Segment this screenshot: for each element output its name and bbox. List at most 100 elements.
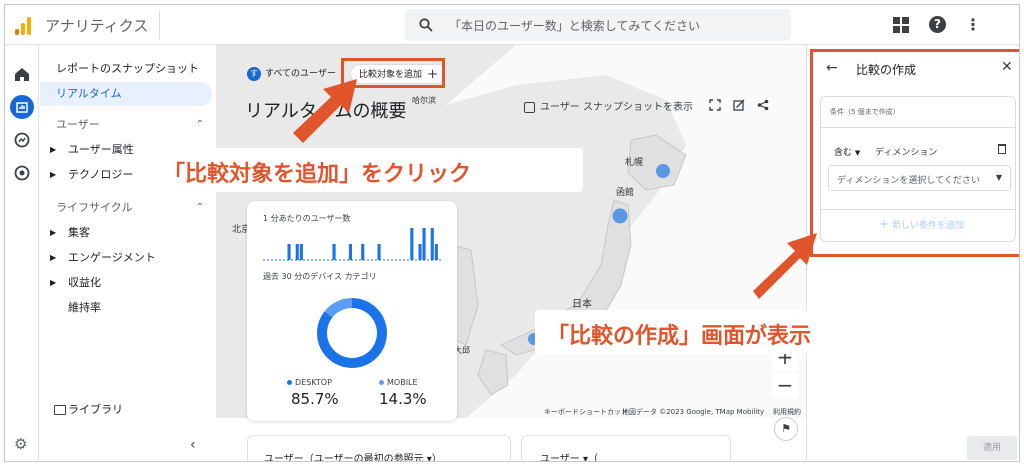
settings-gear-icon[interactable]: ⚙: [14, 435, 27, 453]
collapse-nav-icon[interactable]: ‹: [190, 437, 196, 453]
bar: [410, 228, 414, 260]
top-header: アナリティクス 「本日のユーザー数」と検索してみてください ? ⋮: [5, 5, 1019, 45]
chevron-up-icon: ⌃: [195, 202, 204, 213]
mobile-value: 14.3%: [379, 390, 427, 408]
folder-icon: [54, 405, 66, 415]
nav-realtime[interactable]: リアルタイム: [40, 82, 212, 106]
help-icon[interactable]: ?: [929, 16, 946, 33]
nav-engagement[interactable]: ▶ エンゲージメント: [40, 246, 216, 270]
nav-acquisition[interactable]: ▶ 集客: [40, 221, 216, 245]
add-comparison-highlight: [341, 58, 445, 88]
advertising-icon[interactable]: [10, 161, 34, 185]
bar: [377, 244, 381, 260]
nav-section-lifecycle[interactable]: ライフサイクル ⌃: [40, 196, 216, 220]
callout-click-text: 「比較対象を追加」をクリック: [163, 162, 472, 187]
user-snapshot-icon: [524, 101, 535, 113]
bar: [422, 228, 426, 260]
page-title: リアルタイムの概要: [245, 101, 407, 122]
legend-desktop-label: DESKTOP: [295, 378, 332, 387]
app-title: アナリティクス: [45, 17, 149, 35]
legend-desktop-swatch: [287, 380, 292, 385]
bar: [418, 244, 422, 260]
reports-icon[interactable]: [10, 95, 34, 119]
nav-section-user[interactable]: ユーザー ⌃: [40, 113, 216, 137]
nav-section-user-label: ユーザー: [56, 118, 100, 131]
bar: [430, 228, 434, 260]
left-rail: ⚙: [5, 45, 39, 461]
app-window: アナリティクス 「本日のユーザー数」と検索してみてください ? ⋮ ⚙ レポート…: [4, 4, 1020, 462]
donut-slice-mobile: [324, 298, 353, 318]
bar: [361, 244, 365, 260]
users-per-minute-chart: [263, 228, 443, 261]
nav-library[interactable]: ライブラリ: [40, 398, 216, 422]
map-label-hakodate: 函館: [616, 188, 635, 198]
users-by-source-title[interactable]: ユーザー（ユーザーの最初の参照元 ▾）: [264, 450, 442, 461]
compare-panel-highlight: [810, 49, 1019, 257]
search-icon: [419, 18, 433, 32]
bar: [348, 244, 352, 260]
nav-report-snapshot[interactable]: レポートのスナップショット: [40, 57, 216, 81]
callout-compare-panel-shown: 「比較の作成」画面が表示: [535, 310, 887, 354]
bar: [434, 244, 438, 260]
legend-mobile: MOBILE: [379, 378, 418, 387]
explore-icon[interactable]: [10, 128, 34, 152]
share-icon[interactable]: [757, 99, 769, 111]
search-bar[interactable]: 「本日のユーザー数」と検索してみてください: [405, 9, 791, 41]
caret-right-icon: ▶: [50, 253, 57, 262]
nav-engagement-label: エンゲージメント: [68, 251, 156, 264]
caret-right-icon: ▶: [50, 278, 57, 287]
caret-right-icon: ▶: [50, 228, 57, 237]
home-icon[interactable]: [10, 62, 34, 86]
users-card-2: ユーザー ▾（: [521, 435, 731, 461]
apps-grid-icon[interactable]: [893, 17, 909, 33]
caret-right-icon: ▶: [50, 170, 57, 179]
report-nav: レポートのスナップショット リアルタイム ユーザー ⌃ ▶ ユーザー属性 ▶ テ…: [40, 45, 216, 461]
bar: [332, 244, 336, 260]
nav-library-label: ライブラリ: [68, 403, 123, 416]
user-snapshot-button[interactable]: ユーザー スナップショットを表示: [524, 98, 693, 113]
nav-monetization[interactable]: ▶ 収益化: [40, 271, 216, 295]
chevron-up-icon: ⌃: [195, 119, 204, 130]
callout-shown-text: 「比較の作成」画面が表示: [547, 324, 812, 349]
search-input[interactable]: 「本日のユーザー数」と検索してみてください: [449, 17, 700, 34]
chip-all-users-label: すべてのユーザー: [265, 69, 336, 79]
users-per-minute-label: 1 分あたりのユーザー数: [263, 214, 351, 223]
nav-monetization-label: 収益化: [68, 276, 101, 289]
legend-mobile-label: MOBILE: [387, 378, 418, 387]
device-donut-chart: [317, 298, 387, 368]
desktop-value: 85.7%: [291, 390, 339, 408]
legend-desktop: DESKTOP: [287, 378, 332, 387]
header-divider: [159, 11, 160, 39]
map-label-harbin: 哈尔滨: [412, 96, 436, 105]
map-label-sapporo: 札幌: [625, 158, 644, 168]
bar: [299, 244, 303, 260]
analytics-logo-icon[interactable]: [15, 15, 33, 35]
bar: [295, 244, 299, 260]
users-card-2-title[interactable]: ユーザー ▾（: [540, 450, 598, 461]
map-label-japan: 日本: [572, 299, 592, 310]
terms-link[interactable]: 利用規約: [773, 407, 801, 417]
user-snapshot-label: ユーザー スナップショットを表示: [540, 102, 693, 113]
device-category-label: 過去 30 分のデバイス カテゴリ: [263, 272, 377, 281]
customize-report-icon[interactable]: [733, 99, 745, 111]
chip-all-users-badge: す: [247, 67, 261, 81]
nav-acquisition-label: 集客: [68, 226, 90, 239]
more-vert-icon[interactable]: ⋮: [965, 15, 981, 34]
caret-right-icon: ▶: [50, 145, 57, 154]
users-by-source-card: ユーザー（ユーザーの最初の参照元 ▾）: [247, 435, 511, 461]
bar: [287, 244, 291, 260]
zoom-out-button[interactable]: −: [772, 373, 798, 399]
callout-click-add-comparison: 「比較対象を追加」をクリック: [151, 148, 583, 192]
nav-retention[interactable]: 維持率: [40, 296, 216, 320]
nav-technology-label: テクノロジー: [68, 168, 134, 181]
apply-button[interactable]: 適用: [967, 436, 1017, 460]
feedback-icon[interactable]: ⚑: [774, 417, 798, 441]
realtime-users-card: 1 分あたりのユーザー数 過去 30 分のデバイス カテゴリ DESKTOP M…: [247, 201, 457, 421]
fullscreen-icon[interactable]: [709, 99, 721, 111]
map-data-attribution: 地図データ ©2023 Google, TMap Mobility: [622, 408, 765, 416]
chip-all-users[interactable]: す すべてのユーザー: [247, 65, 336, 83]
nav-demographics-label: ユーザー属性: [68, 143, 134, 156]
legend-mobile-swatch: [379, 380, 384, 385]
keyboard-shortcuts-link[interactable]: キーボードショートカット: [544, 407, 628, 417]
nav-section-lifecycle-label: ライフサイクル: [56, 201, 133, 214]
